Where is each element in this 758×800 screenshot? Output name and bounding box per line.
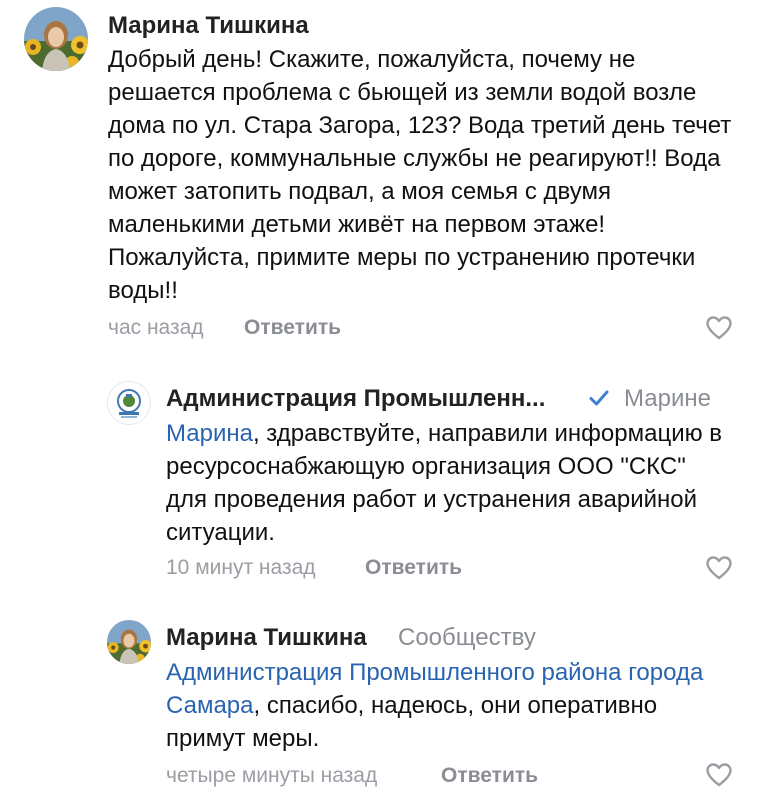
reply-to-label[interactable]: Марине [624,385,711,413]
comment-text: Администрация Промышленного района город… [166,656,706,755]
reply-to-label[interactable]: Сообществу [398,624,536,652]
comment-body: Добрый день! Скажите, пожалуйста, почему… [108,46,732,304]
reply-button[interactable]: Ответить [365,556,462,580]
heart-icon[interactable] [705,315,733,341]
comment-time: 10 минут назад [166,556,316,579]
comment-author[interactable]: Марина Тишкина [108,12,309,40]
comment-text: Добрый день! Скажите, пожалуйста, почему… [108,43,738,307]
avatar-marina[interactable] [24,7,88,71]
verified-check-icon [589,390,609,406]
comment-time: час назад [108,316,204,339]
comment-text: Марина, здравствуйте, направили информац… [166,417,726,549]
comment-author[interactable]: Администрация Промышленн... [166,385,545,413]
comment-time: четыре минуты назад [166,764,378,787]
reply-button[interactable]: Ответить [244,316,341,340]
user-avatar-image [107,620,151,664]
reply-button[interactable]: Ответить [441,764,538,788]
avatar-marina[interactable] [107,620,151,664]
community-logo-avatar [108,382,150,424]
comment-author[interactable]: Марина Тишкина [166,624,367,652]
heart-icon[interactable] [705,762,733,788]
heart-icon[interactable] [705,555,733,581]
user-avatar-image [24,7,88,71]
avatar-administration[interactable] [107,381,151,425]
mention-link[interactable]: Марина [166,420,253,447]
